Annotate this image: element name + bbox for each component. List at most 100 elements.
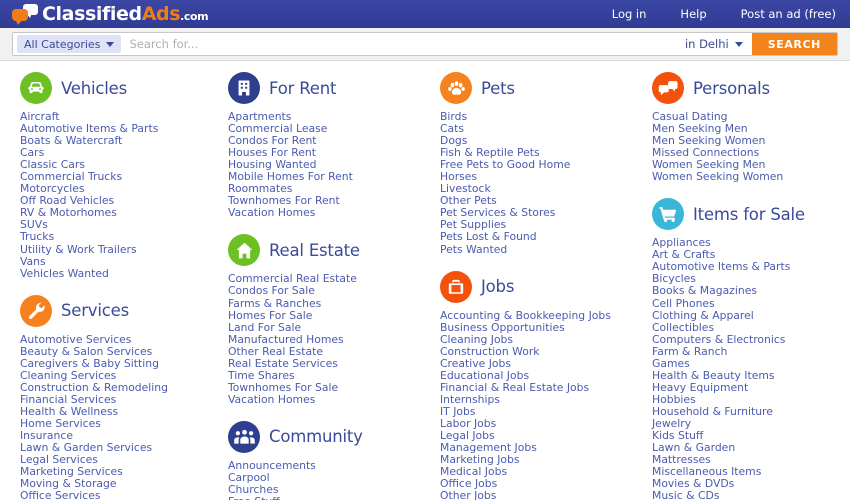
subcategory-list-pets: Birds Cats Dogs Fish & Reptile Pets Free Pet… xyxy=(440,110,632,256)
category-dropdown[interactable]: All Categories xyxy=(17,35,122,53)
subcategory-link[interactable]: Collectibles xyxy=(652,321,850,334)
house-icon xyxy=(228,234,260,267)
subcategory-link[interactable]: Vacation Homes xyxy=(228,207,420,219)
category-column-3: Personals Casual Dating Men Seeking Men Men… xyxy=(632,71,850,500)
search-input[interactable] xyxy=(121,33,676,55)
subcategory-link[interactable]: Caregivers & Baby Sitting xyxy=(20,357,208,370)
category-title-items-for-sale: Items for Sale xyxy=(693,204,805,224)
logo-text: ClassifiedAds.com xyxy=(42,2,209,25)
category-header-pets[interactable]: Pets xyxy=(440,71,632,105)
subcategory-link[interactable]: Farm & Ranch xyxy=(652,345,850,358)
post-ad-link[interactable]: Post an ad (free) xyxy=(741,7,836,21)
subcategory-link[interactable]: Business Opportunities xyxy=(440,321,632,334)
search-button[interactable]: SEARCH xyxy=(751,33,837,55)
subcategory-list-personals: Casual Dating Men Seeking Men Men Seeking … xyxy=(652,110,850,183)
category-group-community: Community AnnouncementsCarpoolChurchesFre… xyxy=(228,420,420,500)
subcategory-link[interactable]: Women Seeking Women xyxy=(652,171,850,183)
subcategory-link[interactable]: Games xyxy=(652,357,850,370)
location-dropdown-label: in Delhi xyxy=(684,37,729,51)
wrench-icon xyxy=(20,294,52,327)
category-header-vehicles[interactable]: Vehicles xyxy=(20,71,208,105)
subcategory-list-services: Automotive Services Beauty & Salon Servic… xyxy=(20,333,208,500)
subcategory-link[interactable]: RV & Motorhomes xyxy=(20,207,208,219)
subcategory-link[interactable]: Clothing & Apparel xyxy=(652,309,850,322)
category-header-jobs[interactable]: Jobs xyxy=(440,270,632,304)
subcategory-link[interactable]: Condos For Sale xyxy=(228,285,420,297)
subcategory-link[interactable]: Office Services xyxy=(20,490,208,500)
category-header-items-for-sale[interactable]: Items for Sale xyxy=(652,197,850,231)
subcategory-link[interactable]: Automotive Services xyxy=(20,333,208,346)
site-logo[interactable]: ClassifiedAds.com xyxy=(0,2,209,25)
subcategory-link[interactable]: Homes For Sale xyxy=(228,309,420,322)
category-group-vehicles: Vehicles Aircraft Automotive Items & Parts… xyxy=(20,71,208,280)
speech-bubbles-icon xyxy=(12,4,38,25)
subcategory-link[interactable]: Pets Lost & Found xyxy=(440,231,632,243)
subcategory-link[interactable]: Pets Wanted xyxy=(440,243,632,256)
subcategory-link[interactable]: Beauty & Salon Services xyxy=(20,345,208,358)
category-group-personals: Personals Casual Dating Men Seeking Men Men… xyxy=(652,71,850,183)
category-header-community[interactable]: Community xyxy=(228,420,420,454)
subcategory-link[interactable]: Other Jobs xyxy=(440,490,632,500)
subcategory-link[interactable]: Vehicles Wanted xyxy=(20,267,208,280)
category-title-for-rent: For Rent xyxy=(269,78,337,98)
subcategory-link[interactable]: Free Stuff xyxy=(228,496,420,500)
subcategory-link[interactable]: Cleaning Jobs xyxy=(440,333,632,346)
car-icon xyxy=(20,72,52,104)
subcategory-link[interactable]: Music & CDs xyxy=(652,490,850,500)
people-icon xyxy=(228,420,260,453)
subcategory-link[interactable]: Utility & Work Trailers xyxy=(20,243,208,256)
shopping-cart-icon xyxy=(652,198,684,231)
subcategory-link[interactable]: Other Real Estate xyxy=(228,345,420,358)
category-group-items-for-sale: Items for Sale Appliances Art & Crafts Auto… xyxy=(652,197,850,500)
category-group-jobs: Jobs Accounting & Bookkeeping Jobs Busines… xyxy=(440,270,632,500)
category-header-personals[interactable]: Personals xyxy=(652,71,850,105)
subcategory-link[interactable]: Construction Work xyxy=(440,345,632,358)
help-link[interactable]: Help xyxy=(680,7,706,21)
category-title-jobs: Jobs xyxy=(481,277,515,297)
subcategory-link[interactable]: Farms & Ranches xyxy=(228,297,420,310)
subcategory-link[interactable]: Vacation Homes xyxy=(228,393,420,406)
subcategory-link[interactable]: Real Estate Services xyxy=(228,357,420,370)
subcategory-link[interactable]: Trucks xyxy=(20,231,208,243)
subcategory-list-items-for-sale: Appliances Art & Crafts Automotive Items &… xyxy=(652,237,850,500)
category-title-services: Services xyxy=(61,301,129,321)
category-column-2: Pets Birds Cats Dogs Fish & Reptile Pets Free… xyxy=(420,71,632,500)
subcategory-link[interactable]: Creative Jobs xyxy=(440,357,632,370)
top-navigation-bar: ClassifiedAds.com Log in Help Post an ad… xyxy=(0,0,850,28)
subcategory-link[interactable]: Books & Magazines xyxy=(652,285,850,297)
subcategory-list-real-estate: Commercial Real Estate Condos For Sale Far… xyxy=(228,273,420,406)
category-board: Vehicles Aircraft Automotive Items & Parts… xyxy=(0,61,850,500)
paw-icon xyxy=(440,72,472,104)
category-header-for-rent[interactable]: For Rent xyxy=(228,71,420,105)
logo-text-part1: Classified xyxy=(42,2,142,25)
subcategory-list-jobs: Accounting & Bookkeeping Jobs Business Op… xyxy=(440,309,632,500)
subcategory-link[interactable]: Vans xyxy=(20,255,208,268)
subcategory-list-vehicles: Aircraft Automotive Items & Parts Boats & … xyxy=(20,110,208,280)
subcategory-link[interactable]: Accounting & Bookkeeping Jobs xyxy=(440,309,632,322)
category-group-services: Services Automotive Services Beauty & Salo… xyxy=(20,294,208,500)
location-dropdown[interactable]: in Delhi xyxy=(676,37,752,51)
building-icon xyxy=(228,72,260,104)
category-title-pets: Pets xyxy=(481,78,515,98)
subcategory-link[interactable]: Manufactured Homes xyxy=(228,333,420,346)
subcategory-link[interactable]: Birds xyxy=(440,110,632,123)
subcategory-link[interactable]: Cell Phones xyxy=(652,297,850,310)
subcategory-link[interactable]: Computers & Electronics xyxy=(652,333,850,346)
subcategory-link[interactable]: Boats & Watercraft xyxy=(20,135,208,147)
category-column-1: For Rent Apartments Commercial Lease Condos… xyxy=(208,71,420,500)
subcategory-list-for-rent: Apartments Commercial Lease Condos For Ren… xyxy=(228,110,420,219)
logo-text-part2: Ads xyxy=(141,2,181,25)
subcategory-link[interactable]: Land For Sale xyxy=(228,321,420,334)
logo-text-part3: .com xyxy=(180,9,209,23)
search-bar-row: All Categories in Delhi SEARCH xyxy=(0,28,850,61)
login-link[interactable]: Log in xyxy=(612,7,647,21)
subcategory-link[interactable]: Cats xyxy=(440,122,632,135)
chevron-down-icon xyxy=(734,41,743,47)
category-dropdown-label: All Categories xyxy=(24,37,101,51)
category-header-services[interactable]: Services xyxy=(20,294,208,328)
category-title-real-estate: Real Estate xyxy=(269,240,360,260)
category-header-real-estate[interactable]: Real Estate xyxy=(228,233,420,267)
chevron-down-icon xyxy=(106,41,115,47)
category-title-vehicles: Vehicles xyxy=(61,78,128,98)
briefcase-icon xyxy=(440,270,472,303)
